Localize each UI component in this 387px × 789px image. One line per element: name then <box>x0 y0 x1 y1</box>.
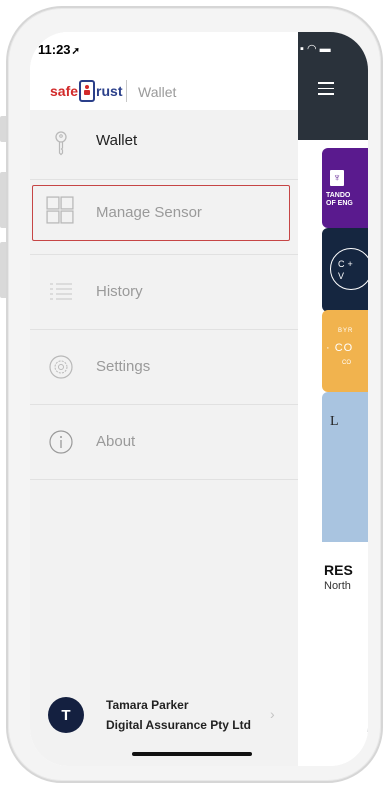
card-text: BYR <box>338 328 354 334</box>
menu-item-settings[interactable]: Settings <box>30 330 298 405</box>
info-icon <box>49 430 73 454</box>
card-text: TANDO OF ENG <box>326 192 353 207</box>
wallet-card[interactable]: C+ V <box>322 228 368 312</box>
screen: 11:23➚ safe rust Wallet Wallet Manage Se… <box>30 32 368 766</box>
chevron-right-icon: › <box>270 706 275 722</box>
result-title: RES <box>324 562 353 578</box>
location-arrow-icon: ➚ <box>71 46 80 57</box>
wallet-card[interactable]: L <box>322 392 368 542</box>
menu-item-manage-sensor[interactable]: Manage Sensor <box>30 180 298 255</box>
divider <box>126 80 127 102</box>
navigation-drawer: 11:23➚ safe rust Wallet Wallet Manage Se… <box>30 32 298 766</box>
result-subtitle: North <box>324 580 351 592</box>
card-text: · CO <box>326 342 354 354</box>
brand-header: safe rust Wallet <box>30 74 298 110</box>
menu-label-history: History <box>96 283 143 300</box>
card-text: CO <box>342 360 351 366</box>
section-title: Wallet <box>138 84 177 100</box>
wallet-card[interactable]: BYR · CO CO <box>322 310 368 392</box>
menu-label-about: About <box>96 433 136 450</box>
user-name: Tamara Parker <box>106 698 189 712</box>
user-profile[interactable]: T Tamara Parker Digital Assurance Pty Lt… <box>30 670 298 766</box>
menu-item-wallet[interactable]: Wallet <box>30 110 298 180</box>
content-footer <box>298 732 368 766</box>
menu-item-about[interactable]: About <box>30 405 298 480</box>
logo-text-rust: rust <box>96 83 123 99</box>
phone-lock-icon <box>79 80 96 102</box>
hamburger-menu-icon[interactable] <box>318 82 334 95</box>
grid-icon <box>46 196 74 224</box>
mute-switch <box>0 116 6 142</box>
list-icon <box>50 283 72 300</box>
wallet-card[interactable]: ♆ TANDO OF ENG <box>322 148 368 228</box>
volume-down-button <box>0 242 6 298</box>
safetrust-logo: safe rust <box>50 78 122 104</box>
volume-up-button <box>0 172 6 228</box>
status-icons: ▪ ◠ ▬ <box>300 43 331 55</box>
menu-label-settings: Settings <box>96 358 151 375</box>
menu-label-manage-sensor: Manage Sensor <box>96 204 202 221</box>
wallet-content-peek: ▪ ◠ ▬ ♆ TANDO OF ENG C+ V BYR · CO CO L RE… <box>298 32 368 766</box>
home-indicator <box>132 752 252 756</box>
clock: 11:23 <box>38 42 71 57</box>
card-text: C+ V <box>338 259 356 281</box>
torch-icon: ♆ <box>330 170 344 186</box>
drawer-menu: Wallet Manage Sensor History Settings Ab… <box>30 110 298 670</box>
gear-icon <box>49 355 73 379</box>
status-time: 11:23➚ <box>38 42 80 57</box>
avatar: T <box>48 697 84 733</box>
menu-item-history[interactable]: History <box>30 255 298 330</box>
card-text: L <box>330 414 339 429</box>
user-organization: Digital Assurance Pty Ltd <box>106 718 251 732</box>
key-icon <box>55 131 67 156</box>
menu-label-wallet: Wallet <box>96 132 138 149</box>
logo-text-safe: safe <box>50 83 79 99</box>
